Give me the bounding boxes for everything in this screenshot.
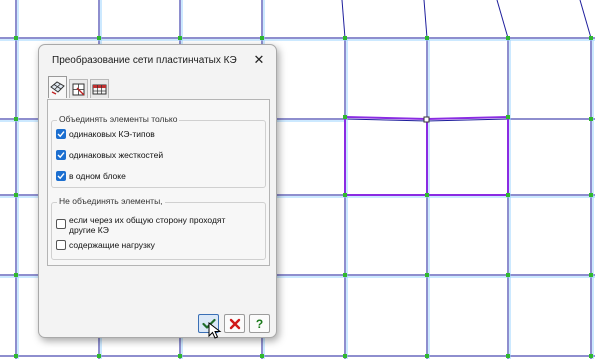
option-containing-load[interactable]: содержащие нагрузку: [56, 240, 155, 250]
merge-only-group-label: Объединять элементы только: [57, 114, 180, 124]
dialog-title: Преобразование сети пластинчатых КЭ: [52, 55, 237, 66]
checkbox-same-fe-types[interactable]: [56, 129, 66, 139]
check-icon: [57, 173, 65, 180]
selected-node: [423, 116, 430, 123]
tab-grid-table[interactable]: [90, 79, 109, 98]
checkbox-same-block[interactable]: [56, 171, 66, 181]
tab-plate-mesh[interactable]: [48, 76, 67, 98]
mouse-cursor-icon: [208, 322, 222, 339]
close-button[interactable]: ✕: [250, 52, 268, 68]
red-x-icon: [229, 318, 240, 329]
mesh-select-icon: [72, 83, 85, 95]
option-label: одинаковых жесткостей: [69, 150, 164, 160]
option-label: содержащие нагрузку: [69, 240, 155, 250]
option-label-line2: другие КЭ: [69, 225, 109, 235]
dialog-tabbar: [48, 76, 109, 100]
do-not-merge-group: Не объединять элементы, если через их об…: [51, 196, 266, 260]
mesh-transform-dialog: Преобразование сети пластинчатых КЭ ✕ Об…: [38, 44, 277, 339]
do-not-merge-group-label: Не объединять элементы,: [57, 196, 165, 206]
plate-mesh-icon: [50, 81, 65, 95]
checkbox-containing-load[interactable]: [56, 240, 66, 250]
option-label-multiline: если через их общую сторону проходят дру…: [69, 215, 225, 235]
tab-mesh-select[interactable]: [69, 79, 88, 98]
option-label: одинаковых КЭ-типов: [69, 129, 155, 139]
options-panel: Объединять элементы только одинаковых КЭ…: [47, 99, 270, 266]
checkbox-other-fe-through-side[interactable]: [56, 219, 66, 229]
grid-table-icon: [92, 84, 107, 94]
cancel-button[interactable]: [224, 314, 245, 333]
option-same-block[interactable]: в одном блоке: [56, 171, 126, 181]
option-label-line1: если через их общую сторону проходят: [69, 215, 226, 225]
merge-only-group: Объединять элементы только одинаковых КЭ…: [51, 114, 266, 188]
option-same-fe-types[interactable]: одинаковых КЭ-типов: [56, 129, 155, 139]
option-label: в одном блоке: [69, 171, 126, 181]
checkbox-same-stiffness[interactable]: [56, 150, 66, 160]
help-button[interactable]: ?: [249, 314, 270, 333]
check-icon: [57, 152, 65, 159]
selected-elements-outline: [344, 115, 509, 196]
option-other-fe-through-side[interactable]: если через их общую сторону проходят дру…: [56, 215, 225, 235]
option-same-stiffness[interactable]: одинаковых жесткостей: [56, 150, 163, 160]
help-icon: ?: [255, 316, 264, 331]
check-icon: [57, 131, 65, 138]
